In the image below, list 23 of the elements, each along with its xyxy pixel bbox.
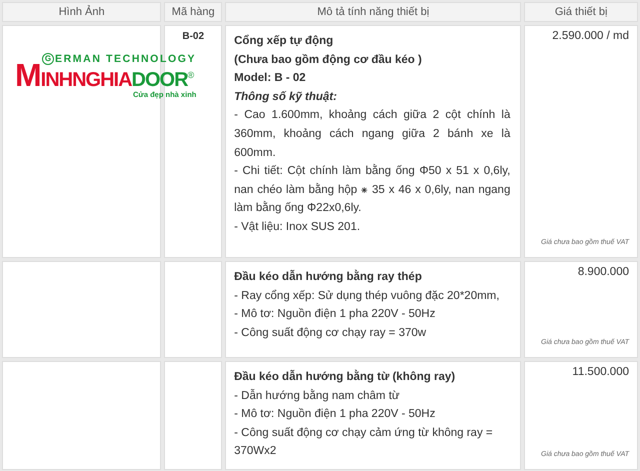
column-header: Hình Ảnh (2, 2, 162, 22)
column-header: Mô tả tính năng thiết bị (225, 2, 522, 22)
spec-paragraph: - Cao 1.600mm, khoảng cách giữa 2 cột chính là 360mm, khoảng cách ngang giữa 2 bánh xe là 600mm. (234, 108, 510, 161)
column-header: Mã hàng (164, 2, 222, 22)
spec-line: - Ray cổng xếp: Sử dụng thép vuông đặc 20*20mm, (234, 288, 500, 304)
spec-line: - Công suất động cơ chạy cảm ứng từ không ray = 370Wx2 (234, 426, 494, 460)
bold-text: Cổng xếp tự động (234, 34, 334, 49)
spec-heading: Thông số kỹ thuật: (234, 90, 338, 105)
bold-text: Đầu kéo dẫn hướng bằng từ (không ray) (234, 368, 456, 385)
price-text: 11.500.000 (572, 366, 629, 378)
spec-line: - Dẫn hướng bằng nam châm từ (234, 388, 401, 404)
spec-line: - Mô tơ: Nguồn điện 1 pha 220V - 50Hz (234, 307, 436, 322)
column-header: Giá thiết bị (524, 2, 638, 22)
price-text: 2.590.000 / md (552, 30, 629, 42)
bold-text: Đầu kéo dẫn hướng bằng ray thép (234, 268, 423, 285)
bold-text: Model: B - 02 (234, 71, 307, 86)
bold-text: (Chưa bao gồm động cơ đầu kéo ) (234, 52, 423, 68)
spec-paragraph: - Chi tiết: Cột chính làm bằng ống Φ50 x 51 x 0,6ly, nan chéo làm bằng hộp ⁕ 35 x 46 x 0,6ly, nan ngang làm bằng ống Φ22x0,6ly. (234, 163, 510, 216)
spec-line: - Công suất động cơ chạy ray = 370w (234, 326, 428, 341)
spec-line: - Vật liệu: Inox SUS 201. (234, 220, 362, 235)
item-code: B-02 (182, 31, 204, 42)
spec-line: - Mô tơ: Nguồn điện 1 pha 220V - 50Hz (234, 407, 436, 422)
price-text: 8.900.000 (578, 266, 629, 278)
